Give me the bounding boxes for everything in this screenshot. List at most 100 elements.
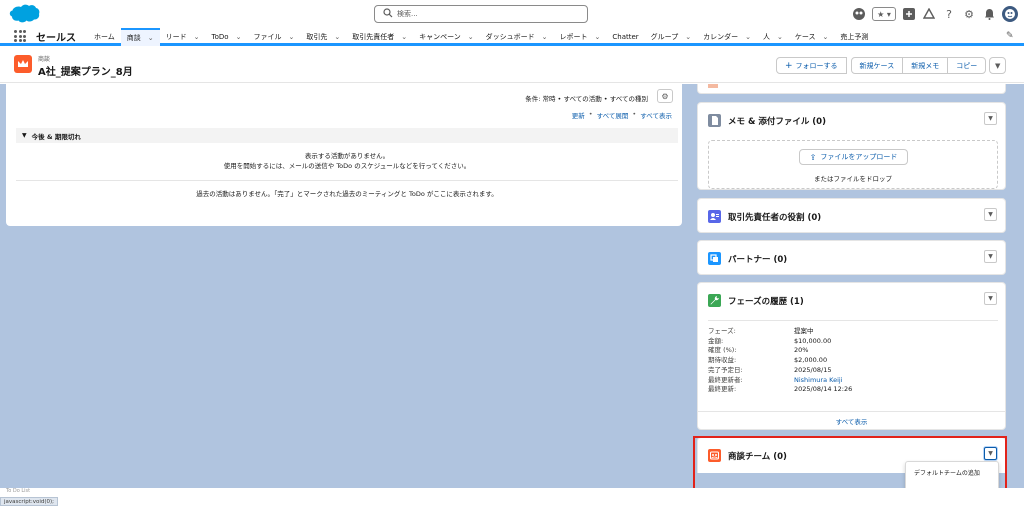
chevron-down-icon[interactable]: ⌄ [194,33,200,41]
chevron-down-icon[interactable]: ⌄ [334,33,340,41]
chevron-down-icon[interactable]: ⌄ [542,33,548,41]
partners-card-header: パートナー (0) [708,252,787,265]
add-default-team-menu-item[interactable]: デフォルトチームの追加 [906,462,998,482]
stage-history-field-label: 金額: [708,336,724,345]
nav-item[interactable]: 取引先 ⌄ [300,28,346,46]
partners-card-title[interactable]: パートナー (0) [728,253,787,265]
stage-history-field-value: $10,000.00 [794,336,832,345]
stage-history-field-label: 確度 (%): [708,346,737,355]
follow-label: フォローする [795,61,838,70]
chevron-down-icon[interactable]: ⌄ [595,33,601,41]
follow-button[interactable]: + フォローする [776,57,847,74]
copy-button[interactable]: コピー [947,57,987,74]
stage-history-row: 最終更新: 2025/08/14 12:26 [708,385,998,395]
contact-roles-menu-chevron-down-icon[interactable]: ▼ [984,208,997,221]
partner-icon [708,252,721,265]
chevron-down-icon[interactable]: ⌄ [823,33,829,41]
chevron-down-icon[interactable]: ⌄ [148,34,154,42]
nav-item[interactable]: ダッシュボード ⌄ [480,28,554,46]
nav-item[interactable]: ホーム [88,28,121,46]
activity-timeline-card: 条件: 常時 • すべての活動 • すべての種別 ⚙ 更新 • すべて展開 • … [6,84,682,226]
nav-item[interactable]: リード ⌄ [160,28,206,46]
setup-gear-icon[interactable]: ⚙ [962,7,976,21]
nav-item[interactable]: 人 ⌄ [757,28,789,46]
nav-item-label: ケース [794,33,816,41]
plus-icon: + [785,60,793,71]
nav-item[interactable]: キャンペーン ⌄ [413,28,480,46]
filter-settings-gear-icon[interactable]: ⚙ [657,89,673,103]
chevron-down-icon[interactable]: ⌄ [236,33,242,41]
partners-card: パートナー (0) ▼ [697,240,1006,275]
stage-history-field-value: 提案中 [794,327,814,335]
stage-history-field-value: $2,000.00 [794,356,828,365]
nav-item[interactable]: レポート ⌄ [554,28,607,46]
stage-history-view-all-link[interactable]: すべて表示 [698,411,1005,430]
favorites-star-icon[interactable]: ★ ▾ [872,7,896,21]
help-icon[interactable]: ? [942,7,956,21]
stage-history-field-label: 最終更新者: [708,375,743,384]
upcoming-overdue-section-header[interactable]: ▼ 今後 & 期限切れ [16,128,678,143]
nav-item[interactable]: 売上予測 [834,28,874,46]
link-separator: • [632,110,637,118]
nav-items: ホーム 商談 ⌄ リード ⌄ ToDo ⌄ ファイル ⌄ 取引先 ⌄ 取引先責任者 ⌄ キャンペーン ⌄ ダッ… [88,28,874,46]
stage-history-menu-chevron-down-icon[interactable]: ▼ [984,292,997,305]
notes-card-title[interactable]: メモ & 添付ファイル (0) [728,115,826,127]
file-icon [708,114,721,127]
notes-card-header: メモ & 添付ファイル (0) [708,114,826,127]
drop-file-text: またはファイルをドロップ [814,175,892,183]
utility-bar-item[interactable]: To Do List [6,488,66,494]
nav-item[interactable]: グループ ⌄ [645,28,697,46]
refresh-link[interactable]: 更新 [572,110,585,120]
chevron-down-icon[interactable]: ⌄ [288,33,294,41]
add-icon[interactable] [902,7,916,21]
new-case-button[interactable]: 新規ケース [850,57,904,74]
record-page-header: 商談 A社_提案プラン_8月 + フォローする 新規ケース 新規メモ コピー ▼ [0,49,1024,83]
nav-item[interactable]: 商談 ⌄ [120,28,160,46]
new-memo-button[interactable]: 新規メモ [902,57,949,74]
nav-item[interactable]: カレンダー ⌄ [697,28,757,46]
activity-links: 更新 • すべて展開 • すべて表示 [572,110,672,120]
stage-history-row: 確度 (%): 20% [708,346,998,356]
notification-bell-icon[interactable] [982,7,996,21]
wrench-icon [708,294,721,307]
chevron-down-icon[interactable]: ⌄ [745,33,751,41]
show-all-link[interactable]: すべて表示 [640,110,672,120]
notes-card-menu-chevron-down-icon[interactable]: ▼ [984,112,997,125]
nav-item[interactable]: ファイル ⌄ [247,28,300,46]
nav-item[interactable]: 取引先責任者 ⌄ [346,28,413,46]
no-past-activity-message: 過去の活動はありません。「完了」とマークされた過去のミーティングと ToDo が… [196,190,498,198]
chevron-down-icon[interactable]: ⌄ [777,33,783,41]
chevron-down-icon[interactable]: ⌄ [685,33,691,41]
nav-item[interactable]: ToDo ⌄ [206,28,248,46]
expand-all-link[interactable]: すべて展開 [597,110,629,120]
salesforce-cloud-logo[interactable] [8,3,40,25]
nav-item-label: キャンペーン [419,33,461,41]
edit-nav-pencil-icon[interactable]: ✎ [1006,31,1016,41]
card-icon-fragment [708,84,718,88]
nav-item[interactable]: Chatter [606,28,644,46]
global-search-input[interactable]: 検索... [374,5,588,23]
trailhead-icon[interactable] [922,7,936,21]
nav-item-label: リード [165,33,187,41]
nav-item-label: カレンダー [703,33,739,41]
upload-file-button[interactable]: ⇪ ファイルをアップロード [799,149,908,165]
chevron-down-icon[interactable]: ⌄ [401,33,407,41]
stage-history-field-value: 20% [794,346,809,355]
app-launcher-icon[interactable] [14,30,26,42]
nav-item-label: グループ [650,33,679,41]
nav-item[interactable]: ケース ⌄ [789,28,835,46]
previous-related-card-edge [697,84,1006,94]
more-actions-chevron-down-icon[interactable]: ▼ [989,57,1007,74]
last-modified-by-user-link[interactable]: Nishimura Keiji [794,376,843,386]
chevron-down-icon[interactable]: ⌄ [468,33,474,41]
no-activity-line1: 表示する活動がありません。 [304,152,390,160]
nav-item-label: ファイル [253,33,282,41]
record-actions: + フォローする 新規ケース 新規メモ コピー ▼ [776,57,1007,74]
contact-roles-card-title[interactable]: 取引先責任者の役割 (0) [728,211,821,223]
partners-menu-chevron-down-icon[interactable]: ▼ [984,250,997,263]
user-avatar-icon[interactable] [1002,6,1018,22]
astro-avatar-icon[interactable] [852,7,866,21]
stage-history-card-title[interactable]: フェーズの履歴 (1) [728,295,804,307]
file-drop-zone[interactable]: ⇪ ファイルをアップロード またはファイルをドロップ [708,140,998,189]
record-title: A社_提案プラン_8月 [38,67,133,78]
